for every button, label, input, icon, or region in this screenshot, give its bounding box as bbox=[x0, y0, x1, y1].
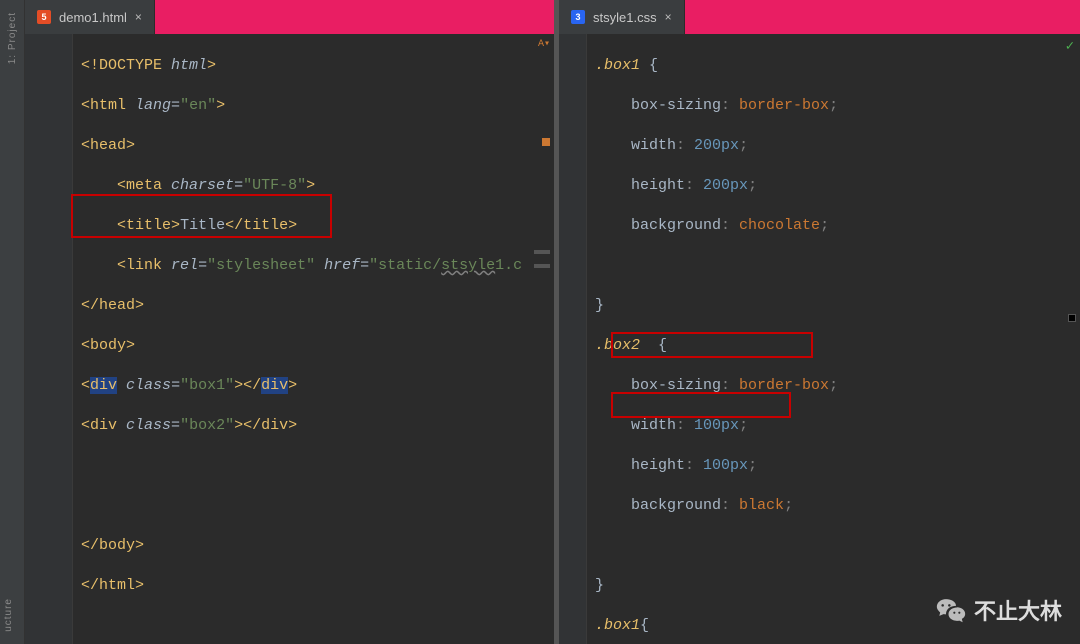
wechat-icon bbox=[936, 597, 966, 623]
code-line: box-sizing: border-box; bbox=[595, 96, 1060, 116]
close-icon[interactable]: × bbox=[665, 10, 672, 24]
code-line: .box1 { bbox=[595, 56, 1060, 76]
right-editor-pane: 3 stsyle1.css × .box1 { box-sizing: bord… bbox=[559, 0, 1080, 644]
right-editor[interactable]: .box1 { box-sizing: border-box; width: 2… bbox=[559, 34, 1080, 644]
code-line bbox=[595, 536, 1060, 556]
code-line bbox=[81, 456, 534, 476]
code-line: </html> bbox=[81, 576, 534, 596]
project-tool-button[interactable]: 1: Project bbox=[7, 8, 18, 68]
checkmark-icon: ✓ bbox=[1066, 38, 1074, 55]
marker-bar-left: A▾ bbox=[538, 34, 554, 644]
tab-label: demo1.html bbox=[59, 10, 127, 25]
code-line: <meta charset="UTF-8"> bbox=[81, 176, 534, 196]
code-line: } bbox=[595, 576, 1060, 596]
code-line: width: 100px; bbox=[595, 416, 1060, 436]
code-line: </head> bbox=[81, 296, 534, 316]
tab-stsyle1-css[interactable]: 3 stsyle1.css × bbox=[559, 0, 685, 34]
code-left[interactable]: <!DOCTYPE html> <html lang="en"> <head> … bbox=[73, 34, 538, 644]
code-line: height: 200px; bbox=[595, 176, 1060, 196]
code-line: height: 100px; bbox=[595, 456, 1060, 476]
code-line bbox=[595, 256, 1060, 276]
code-line: <!DOCTYPE html> bbox=[81, 56, 534, 76]
marker-bar-right: ✓ bbox=[1064, 34, 1080, 644]
code-line: <head> bbox=[81, 136, 534, 156]
tabbar-right: 3 stsyle1.css × bbox=[559, 0, 1080, 34]
code-line: background: chocolate; bbox=[595, 216, 1060, 236]
code-line: <link rel="stylesheet" href="static/stsy… bbox=[81, 256, 534, 276]
code-line: </body> bbox=[81, 536, 534, 556]
structure-tool-button[interactable]: ucture bbox=[3, 594, 14, 636]
tab-label: stsyle1.css bbox=[593, 10, 657, 25]
code-line: <div class="box2"></div> bbox=[81, 416, 534, 436]
tool-window-rail: 1: Project ucture bbox=[0, 0, 25, 644]
code-line bbox=[81, 496, 534, 516]
code-right[interactable]: .box1 { box-sizing: border-box; width: 2… bbox=[587, 34, 1064, 644]
watermark: 不止大林 bbox=[936, 594, 1062, 626]
tab-demo1-html[interactable]: 5 demo1.html × bbox=[25, 0, 155, 34]
left-editor[interactable]: <!DOCTYPE html> <html lang="en"> <head> … bbox=[25, 34, 554, 644]
gutter-right bbox=[559, 34, 587, 644]
css-file-icon: 3 bbox=[571, 10, 585, 24]
tabbar-left: 5 demo1.html × bbox=[25, 0, 554, 34]
code-line: width: 200px; bbox=[595, 136, 1060, 156]
left-editor-pane: 5 demo1.html × <!DOCTYPE html> <html lan… bbox=[25, 0, 555, 644]
watermark-text: 不止大林 bbox=[974, 594, 1062, 626]
code-line: background: black; bbox=[595, 496, 1060, 516]
code-line: <div class="box1"></div> bbox=[81, 376, 534, 396]
close-icon[interactable]: × bbox=[135, 10, 142, 24]
code-line: <html lang="en"> bbox=[81, 96, 534, 116]
html-file-icon: 5 bbox=[37, 10, 51, 24]
code-line: box-sizing: border-box; bbox=[595, 376, 1060, 396]
code-line: <body> bbox=[81, 336, 534, 356]
code-line: .box2 { bbox=[595, 336, 1060, 356]
code-line: } bbox=[595, 296, 1060, 316]
code-line: <title>Title</title> bbox=[81, 216, 534, 236]
gutter-left bbox=[25, 34, 73, 644]
